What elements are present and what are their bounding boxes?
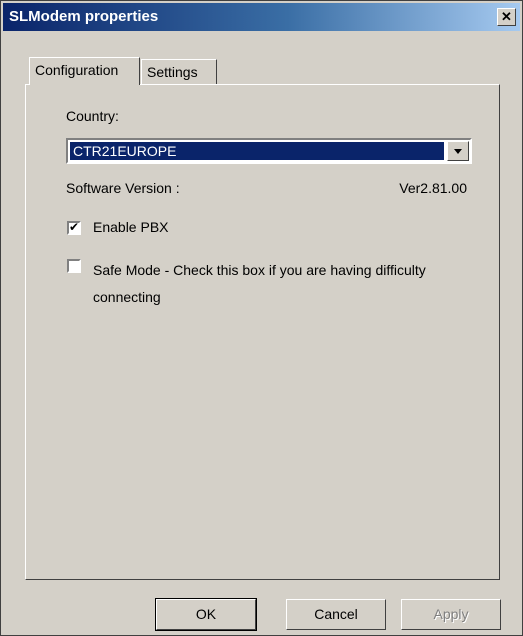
- ok-button[interactable]: OK: [155, 598, 257, 631]
- close-button[interactable]: ✕: [497, 8, 516, 26]
- title-bar[interactable]: SLModem properties ✕: [3, 3, 520, 31]
- window-title: SLModem properties: [9, 8, 159, 25]
- country-select-value: CTR21EUROPE: [70, 142, 444, 160]
- tab-configuration-label: Configuration: [35, 62, 119, 78]
- tab-settings-label: Settings: [147, 64, 198, 80]
- enable-pbx-checkbox[interactable]: [67, 220, 81, 235]
- apply-button[interactable]: Apply: [401, 599, 501, 630]
- properties-window: SLModem properties ✕ Configuration Setti…: [0, 0, 523, 636]
- country-select[interactable]: CTR21EUROPE: [66, 138, 472, 164]
- cancel-button[interactable]: Cancel: [286, 599, 386, 630]
- software-version-label: Software Version :: [66, 180, 180, 196]
- tab-settings[interactable]: Settings: [141, 59, 217, 84]
- chevron-down-icon[interactable]: [447, 141, 469, 161]
- safe-mode-checkbox[interactable]: [67, 259, 81, 273]
- software-version-value: Ver2.81.00: [399, 180, 467, 196]
- close-icon: ✕: [501, 9, 512, 24]
- enable-pbx-label[interactable]: Enable PBX: [93, 219, 169, 235]
- safe-mode-label[interactable]: Safe Mode - Check this box if you are ha…: [93, 257, 443, 311]
- tab-configuration[interactable]: Configuration: [29, 57, 140, 85]
- country-label: Country:: [66, 108, 119, 124]
